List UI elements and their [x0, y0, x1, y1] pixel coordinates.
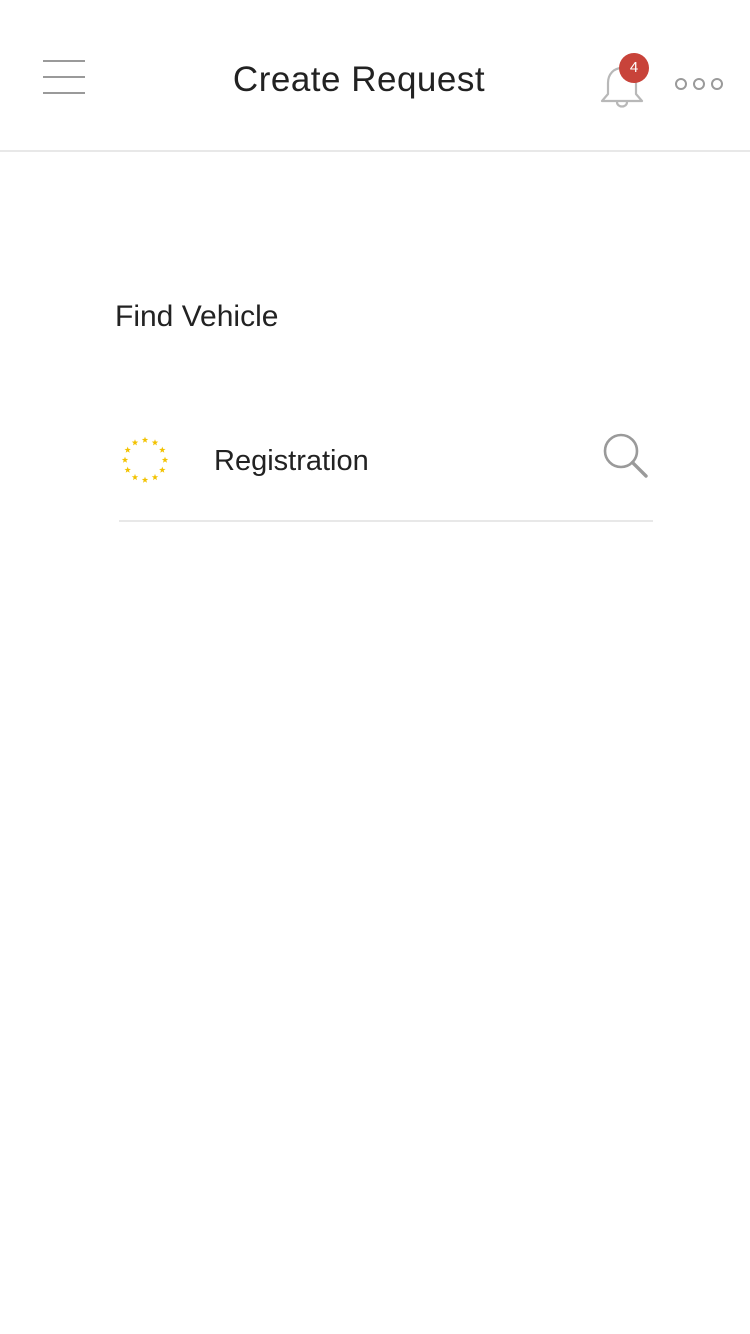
- eu-star: [151, 473, 159, 481]
- eu-star: [124, 446, 131, 453]
- more-options-button[interactable]: [670, 70, 728, 98]
- app-header: Create Request 4: [0, 0, 750, 152]
- find-vehicle-label: Find Vehicle: [115, 300, 279, 333]
- eu-stars-icon: [121, 436, 169, 483]
- eu-star: [161, 456, 169, 463]
- search-icon: [603, 433, 648, 478]
- eu-star: [121, 456, 129, 463]
- eu-star: [124, 466, 131, 473]
- registration-input[interactable]: [214, 439, 584, 483]
- eu-star: [151, 439, 159, 446]
- notification-badge: 4: [619, 53, 649, 83]
- eu-star: [159, 446, 166, 453]
- eu-star: [131, 473, 139, 481]
- eu-star: [159, 466, 166, 473]
- eu-star: [141, 476, 149, 483]
- eu-star: [141, 436, 149, 443]
- eu-star: [131, 439, 139, 446]
- search-button[interactable]: [599, 429, 653, 483]
- registration-search-row: [119, 425, 653, 522]
- notifications-button[interactable]: 4: [594, 52, 654, 114]
